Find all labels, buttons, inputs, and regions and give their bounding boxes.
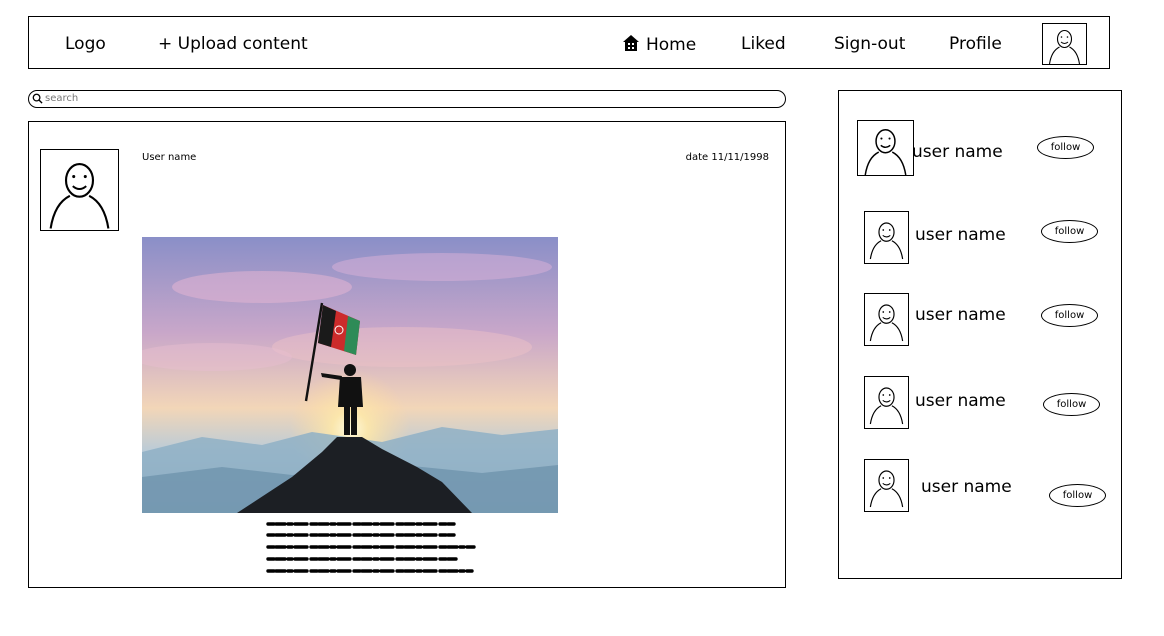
follow-button[interactable]: follow xyxy=(1041,220,1098,243)
avatar-icon xyxy=(41,150,118,230)
suggestion-avatar[interactable] xyxy=(864,293,909,346)
suggestion-avatar[interactable] xyxy=(857,120,914,176)
search-bar xyxy=(28,90,786,108)
suggestion-username[interactable]: user name xyxy=(912,142,1003,162)
post-avatar[interactable] xyxy=(40,149,119,231)
home-link[interactable]: Home xyxy=(622,34,696,55)
suggestion-avatar[interactable] xyxy=(864,211,909,264)
top-nav: Logo + Upload content Home Liked Sign-ou… xyxy=(28,16,1110,69)
avatar-icon xyxy=(858,121,913,175)
post-caption xyxy=(266,522,476,573)
liked-link[interactable]: Liked xyxy=(741,34,786,54)
avatar-icon xyxy=(865,212,908,263)
suggestion-username[interactable]: user name xyxy=(915,391,1006,411)
signout-link[interactable]: Sign-out xyxy=(834,34,905,54)
search-input[interactable] xyxy=(45,91,765,106)
upload-content-link[interactable]: + Upload content xyxy=(158,34,308,54)
post-date: date 11/11/1998 xyxy=(685,152,769,163)
profile-avatar[interactable] xyxy=(1042,23,1087,65)
post-card: User name date 11/11/1998 xyxy=(28,121,786,588)
suggestion-username[interactable]: user name xyxy=(915,225,1006,245)
follow-button[interactable]: follow xyxy=(1043,393,1100,416)
follow-button[interactable]: follow xyxy=(1041,304,1098,327)
follow-button[interactable]: follow xyxy=(1049,484,1106,507)
avatar-icon xyxy=(1043,24,1086,64)
avatar-icon xyxy=(865,460,908,511)
post-image[interactable] xyxy=(142,237,558,513)
post-username[interactable]: User name xyxy=(142,152,196,163)
profile-link[interactable]: Profile xyxy=(949,34,1002,54)
suggestion-avatar[interactable] xyxy=(864,459,909,512)
home-icon xyxy=(623,35,639,51)
suggestion-username[interactable]: user name xyxy=(921,477,1012,497)
logo[interactable]: Logo xyxy=(65,34,106,54)
avatar-icon xyxy=(865,294,908,345)
search-icon xyxy=(32,93,43,104)
suggestions-panel: user name follow user name follow user n… xyxy=(838,90,1122,579)
home-label: Home xyxy=(646,35,697,55)
suggestion-avatar[interactable] xyxy=(864,376,909,429)
follow-button[interactable]: follow xyxy=(1037,136,1094,159)
avatar-icon xyxy=(865,377,908,428)
suggestion-username[interactable]: user name xyxy=(915,305,1006,325)
